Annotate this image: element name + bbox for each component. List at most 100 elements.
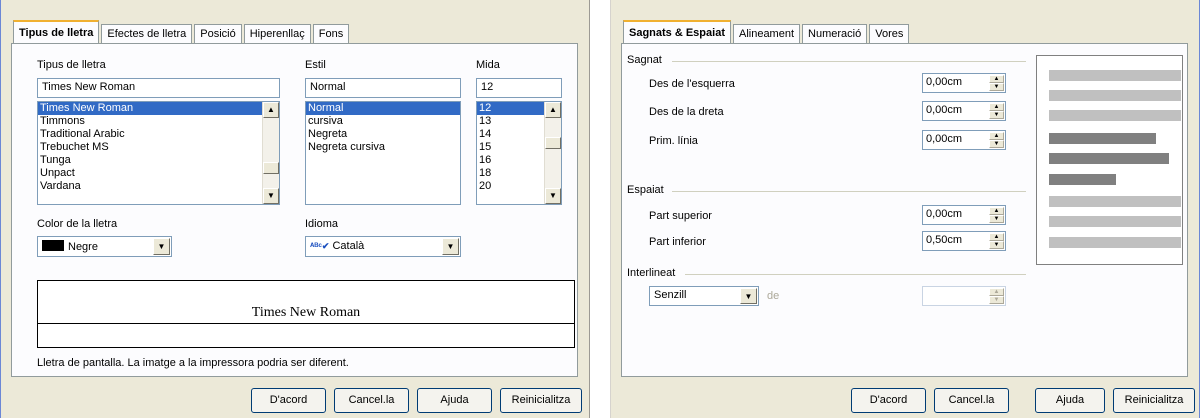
cancel-button[interactable]: Cancel.la [934,388,1009,413]
reset-button[interactable]: Reinicialitza [500,388,582,413]
line-spacing-group-label: Interlineat [627,267,676,279]
preview-line [1049,216,1181,227]
spin-down-icon[interactable]: ▼ [989,140,1004,148]
line-spacing-select[interactable]: Senzill ▼ [649,286,759,306]
line-spacing-of-label: de [767,290,780,302]
tab-numbering[interactable]: Numeració [802,24,868,44]
scroll-down-icon[interactable]: ▼ [263,188,279,204]
size-input[interactable]: 12 [476,78,562,98]
spin-up-icon[interactable]: ▲ [989,103,1004,111]
list-item[interactable]: Negreta [306,128,460,141]
list-item[interactable]: 12 [477,102,544,115]
line-spacing-value-field: ▲ ▼ [922,286,1006,306]
indent-left-label: Des de l'esquerra [649,78,735,90]
spin-up-icon[interactable]: ▲ [989,132,1004,140]
tab-font[interactable]: Tipus de lletra [13,20,100,44]
list-item[interactable]: Tunga [38,154,279,167]
tab-font-effects[interactable]: Efectes de lletra [101,24,193,44]
preview-line [1049,70,1181,81]
font-list[interactable]: Times New Roman Timmons Traditional Arab… [37,101,280,205]
list-item[interactable]: Trebuchet MS [38,141,279,154]
spin-up-icon[interactable]: ▲ [989,75,1004,83]
spacing-group-line [672,191,1026,192]
tab-position[interactable]: Posició [194,24,242,44]
paragraph-preview [1036,55,1183,265]
tab-borders[interactable]: Vores [869,24,910,44]
above-value: 0,00cm [926,208,963,220]
first-line-label: Prim. línia [649,135,698,147]
scroll-thumb[interactable] [263,162,279,174]
list-item[interactable]: Negreta cursiva [306,141,460,154]
below-field[interactable]: 0,50cm ▲ ▼ [922,231,1006,251]
ok-button[interactable]: D'acord [251,388,326,413]
tab-background[interactable]: Fons [312,24,350,44]
first-line-field[interactable]: 0,00cm ▲ ▼ [922,130,1006,150]
tab-alignment[interactable]: Alineament [732,24,801,44]
color-swatch [42,240,64,251]
list-item[interactable]: Vardana [38,180,279,193]
paragraph-dialog: Sagnats & Espaiat Alineament Numeració V… [610,0,1200,418]
spin-up-icon[interactable]: ▲ [989,207,1004,215]
scroll-up-icon[interactable]: ▲ [263,102,279,118]
first-line-value: 0,00cm [926,133,963,145]
indents-tab-panel: Sagnat Des de l'esquerra 0,00cm ▲ ▼ Des d… [621,43,1188,377]
preview-line [1049,196,1181,207]
spin-up-icon[interactable]: ▲ [989,233,1004,241]
tab-indents-spacing[interactable]: Sagnats & Espaiat [623,20,731,44]
spacing-group-label: Espaiat [627,184,664,196]
style-input[interactable]: Normal [305,78,461,98]
below-label: Part inferior [649,236,706,248]
indent-group-label: Sagnat [627,54,662,66]
spin-down-icon[interactable]: ▼ [989,83,1004,91]
font-color-select[interactable]: Negre ▼ [37,236,172,257]
font-color-value: Negre [68,241,98,253]
chevron-down-icon[interactable]: ▼ [153,238,170,255]
size-list[interactable]: 12 13 14 15 16 18 20 ▲ ▼ [476,101,562,205]
preview-current-line [1049,174,1116,185]
spin-down-icon: ▼ [989,296,1004,304]
scroll-down-icon[interactable]: ▼ [545,188,561,204]
chevron-down-icon[interactable]: ▼ [442,238,459,255]
indent-left-field[interactable]: 0,00cm ▲ ▼ [922,73,1006,93]
font-list-scrollbar[interactable]: ▲ ▼ [262,102,279,204]
spin-down-icon[interactable]: ▼ [989,111,1004,119]
language-value: Català [332,240,365,252]
indent-left-value: 0,00cm [926,76,963,88]
style-list[interactable]: Normal cursiva Negreta Negreta cursiva [305,101,461,205]
size-label: Mida [476,59,500,71]
font-tab-panel: Tipus de lletra Times New Roman Times Ne… [11,43,578,377]
help-button[interactable]: Ajuda [1035,388,1105,413]
spin-up-icon: ▲ [989,288,1004,296]
list-item[interactable]: cursiva [306,115,460,128]
cancel-button[interactable]: Cancel.la [334,388,409,413]
below-value: 0,50cm [926,234,963,246]
preview-baseline [38,323,574,324]
list-item[interactable]: Timmons [38,115,279,128]
tab-hyperlink[interactable]: Hiperenllaç [243,24,311,44]
indent-right-value: 0,00cm [926,104,963,116]
font-label: Tipus de lletra [37,59,106,71]
scroll-up-icon[interactable]: ▲ [545,102,561,118]
preview-text: Times New Roman [249,305,363,320]
spin-down-icon[interactable]: ▼ [989,241,1004,249]
list-item[interactable]: Normal [306,102,460,115]
scroll-thumb[interactable] [545,137,561,149]
list-item[interactable]: Times New Roman [38,102,279,115]
language-label: Idioma [305,218,339,230]
reset-button[interactable]: Reinicialitza [1113,388,1195,413]
spellcheck-icon: ᴬᴮᶜ✔ [310,241,330,251]
size-list-scrollbar[interactable]: ▲ ▼ [544,102,561,204]
character-tabs: Tipus de lletra Efectes de lletra Posici… [13,20,351,44]
style-label: Estil [305,59,326,71]
help-button[interactable]: Ajuda [417,388,492,413]
list-item[interactable]: Unpact [38,167,279,180]
spin-down-icon[interactable]: ▼ [989,215,1004,223]
list-item[interactable]: Traditional Arabic [38,128,279,141]
font-input[interactable]: Times New Roman [37,78,280,98]
ok-button[interactable]: D'acord [851,388,926,413]
language-select[interactable]: ᴬᴮᶜ✔ Català ▼ [305,236,461,257]
indent-right-field[interactable]: 0,00cm ▲ ▼ [922,101,1006,121]
above-field[interactable]: 0,00cm ▲ ▼ [922,205,1006,225]
preview-line [1049,90,1181,101]
chevron-down-icon[interactable]: ▼ [740,288,757,304]
